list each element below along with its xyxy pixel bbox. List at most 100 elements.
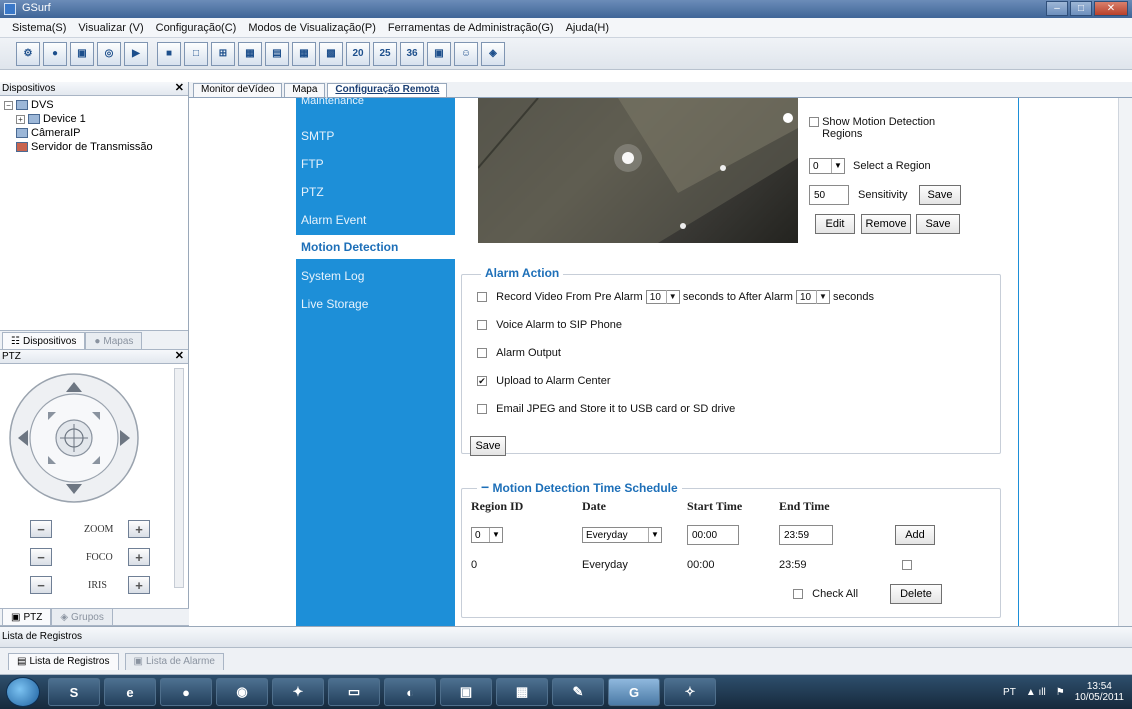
nav-maintenance[interactable]: Maintenance — [301, 95, 364, 107]
layout-4-icon[interactable]: ⊞ — [211, 41, 235, 66]
pre-alarm-select[interactable]: 10 ▼ — [645, 290, 680, 304]
schedule-date-select[interactable]: Everyday ▼ — [582, 527, 662, 543]
zoom-in-button[interactable]: + — [128, 520, 150, 538]
show-regions-checkbox[interactable] — [809, 117, 819, 128]
remove-button[interactable]: Remove — [861, 214, 911, 234]
collapse-icon[interactable]: − — [481, 479, 489, 495]
email-jpeg-option[interactable]: Email JPEG and Store it to USB card or S… — [477, 403, 735, 415]
excel-icon[interactable]: ▦ — [496, 678, 548, 706]
add-schedule-button[interactable]: Add — [895, 525, 935, 545]
layout-1-icon[interactable]: ■ — [157, 41, 181, 66]
delete-schedule-button[interactable]: Delete — [890, 584, 942, 604]
start-button[interactable] — [6, 677, 40, 707]
record-video-checkbox[interactable] — [477, 292, 487, 302]
sensitivity-save-button[interactable]: Save — [919, 185, 961, 205]
upload-alarm-option[interactable]: ✔ Upload to Alarm Center — [477, 375, 611, 387]
menu-modos[interactable]: Modos de Visualização(P) — [242, 22, 382, 34]
close-icon[interactable]: ✕ — [175, 82, 184, 95]
layout-6-icon[interactable]: ▦ — [238, 41, 262, 66]
focus-minus-button[interactable]: − — [30, 548, 52, 566]
schedule-row-checkbox[interactable] — [902, 560, 912, 571]
network-icon[interactable]: ▲ ıll — [1026, 687, 1046, 698]
ie-icon[interactable]: e — [104, 678, 156, 706]
close-icon[interactable]: ✕ — [175, 350, 184, 363]
show-regions-option[interactable]: Show Motion Detection Regions — [809, 116, 972, 140]
menu-ajuda[interactable]: Ajuda(H) — [560, 22, 615, 34]
layout-9-icon[interactable]: ▦ — [292, 41, 316, 66]
msn-icon[interactable]: ✦ — [272, 678, 324, 706]
chrome-icon[interactable]: ◉ — [216, 678, 268, 706]
minimize-button[interactable]: – — [1046, 1, 1068, 16]
globe-icon[interactable]: ● — [43, 41, 67, 66]
layout-16-icon[interactable]: ▩ — [319, 41, 343, 66]
tab-grupos[interactable]: ◈ Grupos — [51, 608, 113, 625]
sensitivity-field[interactable]: 50 — [809, 185, 849, 205]
folder-icon[interactable]: ▭ — [328, 678, 380, 706]
tree-item-device1[interactable]: + Device 1 — [4, 112, 184, 126]
start-time-field[interactable]: 00:00 — [687, 525, 739, 545]
nav-ftp[interactable]: FTP — [301, 157, 324, 171]
maximize-button[interactable]: □ — [1070, 1, 1092, 16]
language-indicator[interactable]: PT — [1003, 687, 1016, 698]
device-manager-icon[interactable]: ⚙ — [16, 41, 40, 66]
skype-icon[interactable]: S — [48, 678, 100, 706]
tab-mapas[interactable]: ● Mapas — [85, 332, 143, 349]
menu-configuracao[interactable]: Configuração(C) — [150, 22, 243, 34]
tab-dispositivos[interactable]: ☷ Dispositivos — [2, 332, 86, 349]
flag-icon[interactable]: ⚑ — [1056, 687, 1065, 698]
check-all-option[interactable]: Check All — [793, 588, 858, 600]
upload-alarm-checkbox[interactable]: ✔ — [477, 376, 487, 387]
ptz-direction-pad[interactable] — [4, 370, 160, 510]
after-alarm-select[interactable]: 10 ▼ — [795, 290, 830, 304]
menu-sistema[interactable]: Sistema(S) — [6, 22, 72, 34]
tree-item-ipcamera[interactable]: CâmeraIP — [4, 126, 184, 140]
layout-full-icon[interactable]: □ — [184, 41, 208, 66]
layout-25-button[interactable]: 25 — [373, 41, 397, 66]
tab-records[interactable]: ▤ Lista de Registros — [8, 652, 119, 670]
tree-item-dvs[interactable]: − DVS — [4, 98, 184, 112]
nav-motion-detection[interactable]: Motion Detection — [296, 235, 455, 259]
schedule-region-select[interactable]: 0 ▼ — [471, 527, 503, 543]
tool-icon[interactable]: ✧ — [664, 678, 716, 706]
iris-minus-button[interactable]: − — [30, 576, 52, 594]
iris-plus-button[interactable]: + — [128, 576, 150, 594]
media-icon[interactable]: ◐ — [384, 678, 436, 706]
menu-visualizar[interactable]: Visualizar (V) — [72, 22, 149, 34]
clock[interactable]: 13:54 10/05/2011 — [1075, 681, 1124, 703]
tree-item-stream-server[interactable]: Servidor de Transmissão — [4, 140, 184, 154]
region-select[interactable]: 0 ▼ — [809, 158, 845, 174]
nav-smtp[interactable]: SMTP — [301, 129, 334, 143]
main-scrollbar[interactable] — [1118, 98, 1132, 626]
tab-alarms[interactable]: ▣ Lista de Alarme — [124, 652, 224, 670]
zoom-out-button[interactable]: − — [30, 520, 52, 538]
paint-icon[interactable]: ✎ — [552, 678, 604, 706]
close-button[interactable]: ✕ — [1094, 1, 1128, 16]
nav-ptz[interactable]: PTZ — [301, 185, 324, 199]
record-video-option[interactable]: Record Video From Pre Alarm 10 ▼ seconds … — [477, 290, 874, 304]
tab-video-monitor[interactable]: Monitor deVídeo — [193, 83, 283, 97]
email-jpeg-checkbox[interactable] — [477, 404, 487, 415]
lock-icon[interactable]: ◈ — [481, 41, 505, 66]
collapse-icon[interactable]: − — [4, 100, 13, 110]
ptz-scrollbar[interactable] — [174, 368, 184, 588]
gsurf-taskbar-icon[interactable]: G — [608, 678, 660, 706]
layout-20-button[interactable]: 20 — [346, 41, 370, 66]
alarm-action-save-button[interactable]: Save — [470, 436, 506, 456]
nav-live-storage[interactable]: Live Storage — [301, 297, 368, 311]
nav-alarm-event[interactable]: Alarm Event — [301, 213, 366, 227]
snapshot-icon[interactable]: ▣ — [427, 41, 451, 66]
tab-ptz[interactable]: ▣ PTZ — [2, 608, 52, 625]
user-icon[interactable]: ☺ — [454, 41, 478, 66]
focus-plus-button[interactable]: + — [128, 548, 150, 566]
menu-ferramentas[interactable]: Ferramentas de Administração(G) — [382, 22, 560, 34]
camera-settings-icon[interactable]: ◎ — [97, 41, 121, 66]
end-time-field[interactable]: 23:59 — [779, 525, 833, 545]
monitor-icon[interactable]: ▣ — [70, 41, 94, 66]
talk-icon[interactable]: ● — [160, 678, 212, 706]
region-save-button[interactable]: Save — [916, 214, 960, 234]
expand-icon[interactable]: + — [16, 114, 25, 124]
voice-alarm-option[interactable]: Voice Alarm to SIP Phone — [477, 319, 622, 331]
voice-alarm-checkbox[interactable] — [477, 320, 487, 331]
nav-system-log[interactable]: System Log — [301, 269, 364, 283]
check-all-checkbox[interactable] — [793, 589, 803, 600]
